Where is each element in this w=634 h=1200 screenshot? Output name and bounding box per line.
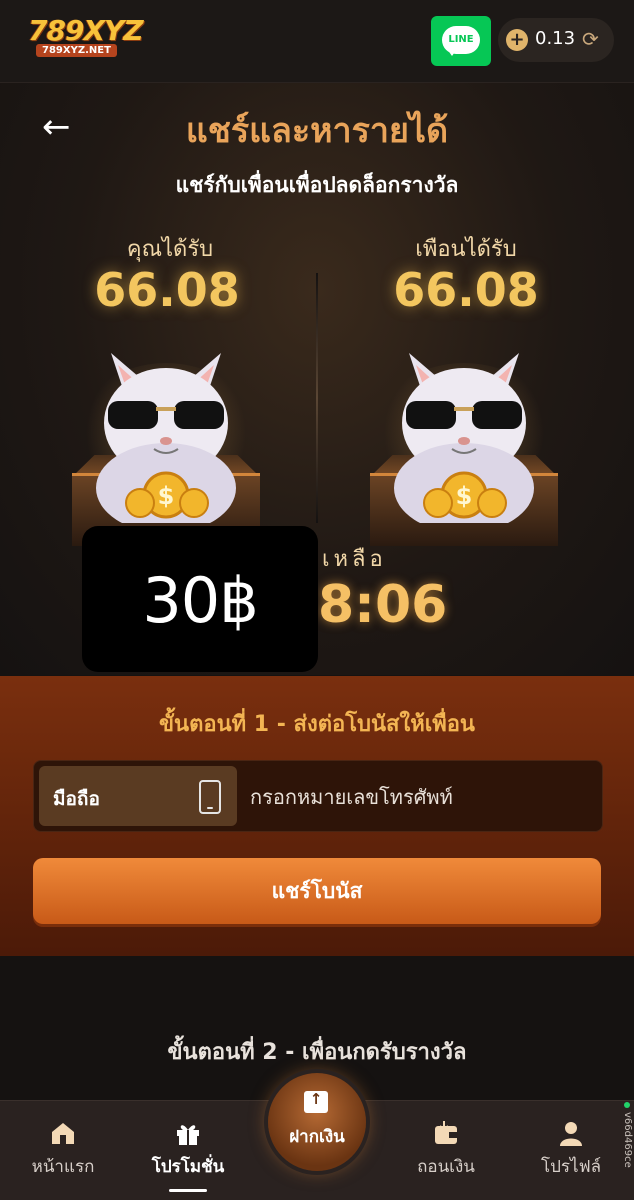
nav-label-promotions: โปรโมชั่น [151, 1157, 225, 1177]
nav-item-promotions[interactable]: โปรโมชั่น [133, 1101, 243, 1200]
share-bonus-button[interactable]: แชร์โบนัส [33, 858, 601, 924]
step2-title: ขั้นตอนที่ 2 - เพื่อนกดรับรางวัล [167, 1040, 467, 1065]
top-bar: 789XYZ 789XYZ.NET LINE + 0.13 ⟳ [0, 0, 634, 83]
plus-icon[interactable]: + [506, 29, 528, 51]
cat-icon: $ [96, 353, 236, 523]
online-status-dot [624, 1102, 630, 1108]
svg-text:$: $ [158, 482, 175, 510]
friend-receive-label: เพือนได้รับ [415, 237, 517, 262]
svg-text:$: $ [456, 482, 473, 510]
brand-logo[interactable]: 789XYZ 789XYZ.NET [28, 14, 144, 64]
price-overlay-badge: 30฿ [82, 526, 318, 672]
profile-icon [560, 1122, 582, 1146]
cat-icon: $ [394, 353, 534, 523]
phone-number-input[interactable] [248, 771, 592, 823]
page-subtitle: แชร์กับเพื่อนเพื่อปลดล็อกรางวัล [175, 173, 459, 197]
share-and-earn-page: 789XYZ 789XYZ.NET LINE + 0.13 ⟳ ← แชร์แล… [0, 0, 634, 1200]
nav-item-home[interactable]: หน้าแรก [8, 1101, 118, 1200]
nav-item-profile[interactable]: โปรไฟล์ [516, 1101, 626, 1200]
bottom-nav: หน้าแรก โปรโมชั่น ฝากเงิน ถอนเงิน [0, 1073, 634, 1200]
phone-tag-label: มือถือ [53, 788, 100, 810]
nav-item-withdraw[interactable]: ถอนเงิน [391, 1101, 501, 1200]
mobile-phone-icon [199, 780, 221, 814]
logo-subtext: 789XYZ.NET [36, 44, 117, 57]
friend-receive-value: 66.08 [393, 263, 539, 317]
nav-label-withdraw: ถอนเงิน [417, 1157, 475, 1177]
version-label: v66d469ce [622, 1112, 633, 1168]
page-title: แชร์และหารายได้ [185, 111, 449, 151]
cat-mascot-left: $ [66, 323, 266, 546]
logo-text: 789XYZ [28, 14, 144, 47]
balance-amount: 0.13 [535, 28, 576, 49]
countdown-timer: 8:06 [318, 575, 448, 635]
gift-icon [177, 1125, 199, 1145]
nav-label-home: หน้าแรก [31, 1157, 95, 1177]
step1-panel: ขั้นตอนที่ 1 - ส่งต่อโบนัสให้เพื่อน มือถ… [0, 676, 634, 956]
step1-title: ขั้นตอนที่ 1 - ส่งต่อโบนัสให้เพื่อน [159, 712, 475, 737]
active-indicator [169, 1189, 207, 1192]
nav-label-deposit: ฝากเงิน [289, 1127, 345, 1147]
phone-field[interactable]: มือถือ [33, 760, 603, 832]
nav-item-deposit[interactable]: ฝากเงิน [268, 1073, 366, 1171]
line-button[interactable]: LINE [431, 16, 491, 66]
you-receive-label: คุณได้รับ [126, 237, 214, 262]
phone-tag: มือถือ [39, 766, 237, 826]
timer-label: เหลือ [322, 547, 387, 572]
hero-section: ← แชร์และหารายได้ แชร์กับเพื่อนเพื่อปลดล… [0, 83, 634, 675]
you-receive-value: 66.08 [94, 263, 240, 317]
home-icon [52, 1123, 74, 1144]
line-bubble-tail [447, 49, 457, 56]
nav-label-profile: โปรไฟล์ [540, 1157, 602, 1177]
refresh-icon[interactable]: ⟳ [582, 27, 599, 51]
cat-mascot-right: $ [364, 323, 564, 546]
withdraw-icon [435, 1121, 457, 1144]
column-divider [316, 273, 318, 523]
balance-pill[interactable]: + 0.13 ⟳ [498, 18, 614, 62]
deposit-icon [304, 1090, 328, 1113]
badge-text: 30฿ [142, 564, 258, 637]
